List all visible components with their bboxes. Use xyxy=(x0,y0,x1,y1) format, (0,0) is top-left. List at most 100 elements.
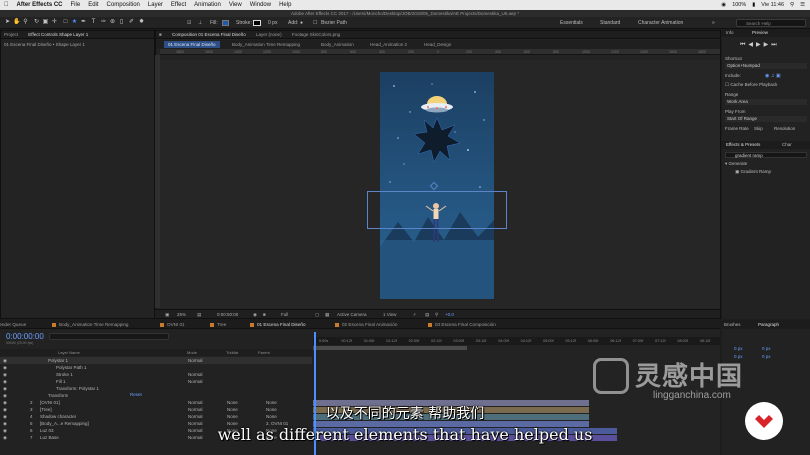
tab-footage[interactable]: Footage SkinColors.png xyxy=(292,32,340,37)
menu-composition[interactable]: Composition xyxy=(107,2,140,8)
zoom-level[interactable]: 25% xyxy=(177,310,186,319)
subtab-head-design[interactable]: Head_Design xyxy=(424,40,451,49)
play-icon[interactable]: ▶ xyxy=(756,42,764,48)
menu-help[interactable]: Help xyxy=(279,2,291,8)
tab-ovni-01[interactable]: OVNI 01 xyxy=(160,320,185,329)
polystar-shape[interactable] xyxy=(413,117,461,163)
resolution-dropdown[interactable]: Full xyxy=(281,310,288,319)
visibility-eye-icon[interactable]: ◉ xyxy=(3,364,7,371)
effects-search-input[interactable]: gradient ramp xyxy=(725,152,807,158)
menu-layer[interactable]: Layer xyxy=(148,2,163,8)
space-after-value[interactable]: 0 px xyxy=(762,354,771,359)
bezier-label[interactable]: Bezier Path xyxy=(321,20,347,26)
camera-dropdown[interactable]: Active Camera xyxy=(337,310,367,319)
roto-brush-tool-icon[interactable]: ✐ xyxy=(128,19,135,26)
viewer-lock-icon[interactable]: ■ xyxy=(159,32,162,37)
layer-row[interactable]: ◉ Polystar Path 1 xyxy=(0,364,312,371)
pan-behind-tool-icon[interactable]: ✛ xyxy=(51,19,58,26)
tab-brushes[interactable]: Brushes xyxy=(724,320,741,329)
timeline-timecode[interactable]: 0:00:00:00 xyxy=(6,332,44,341)
include-video-icon[interactable]: ◉ ♫ ▣ xyxy=(765,73,781,79)
fast-previews-icon[interactable]: ⚡ xyxy=(413,310,416,319)
type-tool-icon[interactable]: T xyxy=(90,19,97,26)
visibility-eye-icon[interactable]: ◉ xyxy=(3,378,7,385)
indent-first-value[interactable]: 0 px xyxy=(762,346,771,351)
indent-left-value[interactable]: 0 px xyxy=(734,346,743,351)
tab-body-animation-time-remapping[interactable]: Body_Animation Time Remapping xyxy=(52,320,128,329)
layer-mode-dropdown[interactable]: Normal xyxy=(188,371,203,378)
clone-stamp-tool-icon[interactable]: ⊛ xyxy=(109,19,116,26)
layer-row[interactable]: ◉ Stroke 1 Normal xyxy=(0,371,312,378)
timeline-search-input[interactable] xyxy=(49,333,169,340)
subtab-escena-final-diseno[interactable]: 01 Escena Final Diseño xyxy=(164,41,220,48)
wifi-icon[interactable]: ◉ xyxy=(721,2,726,8)
layer-mode-dropdown[interactable]: Normal xyxy=(188,357,203,364)
layer-row[interactable]: ◉ Transform: Polystar 1 xyxy=(0,385,312,392)
pen-tool-icon[interactable]: ✒ xyxy=(80,19,87,26)
menu-edit[interactable]: Edit xyxy=(88,2,98,8)
time-ruler[interactable]: 0:00s 00:12f 01:00f 01:12f 02:00f 02:12f 03:00… xyxy=(313,337,720,345)
menu-window[interactable]: Window xyxy=(250,2,271,8)
subtab-body-animation-time-remapping[interactable]: Body_Animation Time Remapping xyxy=(232,40,300,49)
menu-effect[interactable]: Effect xyxy=(171,2,186,8)
layer-mode-dropdown[interactable]: Normal xyxy=(188,378,203,385)
subtab-head-animation-2[interactable]: Head_Animation 2 xyxy=(370,40,407,49)
menu-view[interactable]: View xyxy=(229,2,242,8)
stroke-label[interactable]: Stroke: xyxy=(236,20,252,26)
safe-margins-icon[interactable]: ▤ xyxy=(197,310,201,319)
tab-layer[interactable]: Layer (none) xyxy=(256,32,282,37)
add-label[interactable]: Add: xyxy=(288,20,298,26)
layer-bounding-box[interactable] xyxy=(367,191,507,229)
fill-swatch[interactable] xyxy=(222,20,229,26)
tab-composition[interactable]: Composition 01 Escena Final Diseño xyxy=(172,32,246,37)
clock[interactable]: Vie 11:46 xyxy=(761,2,784,8)
add-dropdown-icon[interactable]: ● xyxy=(300,20,303,26)
snapping-icon[interactable]: ⊥ xyxy=(198,20,202,26)
snapshot-icon[interactable]: ◉ xyxy=(253,310,257,319)
visibility-eye-icon[interactable]: ◉ xyxy=(3,385,7,392)
last-frame-icon[interactable]: ⏭ xyxy=(771,42,779,48)
layer-row[interactable]: ◉ Fill 1 Normal xyxy=(0,378,312,385)
battery-percent[interactable]: 100% xyxy=(732,2,746,8)
hand-tool-icon[interactable]: ✋ xyxy=(13,19,20,26)
timeline-icon[interactable]: ▤ xyxy=(425,310,429,319)
layer-row[interactable]: ◉ Polystar 1 Normal xyxy=(0,357,312,364)
tab-effect-controls[interactable]: Effect Controls Shape Layer 1 xyxy=(28,32,88,37)
exposure-value[interactable]: +0.0 xyxy=(445,310,454,319)
tab-character[interactable]: Char xyxy=(782,141,792,149)
tab-effects-presets[interactable]: Effects & Presets xyxy=(726,141,760,149)
eraser-tool-icon[interactable]: ▯ xyxy=(118,19,125,26)
tab-render-queue[interactable]: Render Queue xyxy=(0,320,26,329)
fill-label[interactable]: Fill: xyxy=(210,20,218,26)
flowchart-icon[interactable]: ⚲ xyxy=(435,310,438,319)
tab-escena-final-animacion[interactable]: 02 Escena Final Animación xyxy=(335,320,397,329)
color-swatch-icon[interactable]: ■ xyxy=(263,310,266,319)
menu-file[interactable]: File xyxy=(71,2,81,8)
tab-preview[interactable]: Preview xyxy=(752,29,768,37)
tab-paragraph[interactable]: Paragraph xyxy=(758,320,779,329)
prev-frame-icon[interactable]: ◀ xyxy=(748,42,756,48)
transform-reset-link[interactable]: Reset xyxy=(130,392,142,397)
range-dropdown[interactable]: Work Area xyxy=(725,99,807,105)
zoom-tool-icon[interactable]: ⚲ xyxy=(22,19,29,26)
gradient-ramp-effect[interactable]: ▣ Gradient Ramp xyxy=(735,169,771,175)
region-of-interest-icon[interactable]: ▢ xyxy=(315,310,319,319)
work-area-bar[interactable] xyxy=(313,346,467,350)
view-options-icon[interactable]: ▣ xyxy=(165,310,169,319)
cache-checkbox-icon[interactable]: ☐ xyxy=(725,82,729,87)
rectangle-tool-icon[interactable]: □ xyxy=(62,19,69,26)
visibility-eye-icon[interactable]: ◉ xyxy=(3,371,7,378)
tab-project[interactable]: Project xyxy=(4,32,18,37)
stroke-swatch[interactable] xyxy=(253,20,261,26)
col-trkmat[interactable]: TrkMat xyxy=(226,349,238,356)
workspace-character-animation[interactable]: Character Animation xyxy=(638,20,683,26)
play-from-dropdown[interactable]: Start Of Range xyxy=(725,116,807,122)
app-name[interactable]: After Effects CC xyxy=(17,2,63,8)
col-layer-name[interactable]: Layer Name xyxy=(58,349,80,356)
layer-row[interactable]: ◉ Transform xyxy=(0,392,312,399)
subtab-body-animation[interactable]: Body_Animation xyxy=(321,40,354,49)
tab-escena-final-diseno[interactable]: 01 Escena Final Diseño xyxy=(250,320,306,329)
shortcut-dropdown[interactable]: Option+Numpad xyxy=(725,63,807,69)
viewer-timecode[interactable]: 0:00:50:00 xyxy=(217,310,238,319)
apple-icon[interactable]:  xyxy=(4,2,9,8)
